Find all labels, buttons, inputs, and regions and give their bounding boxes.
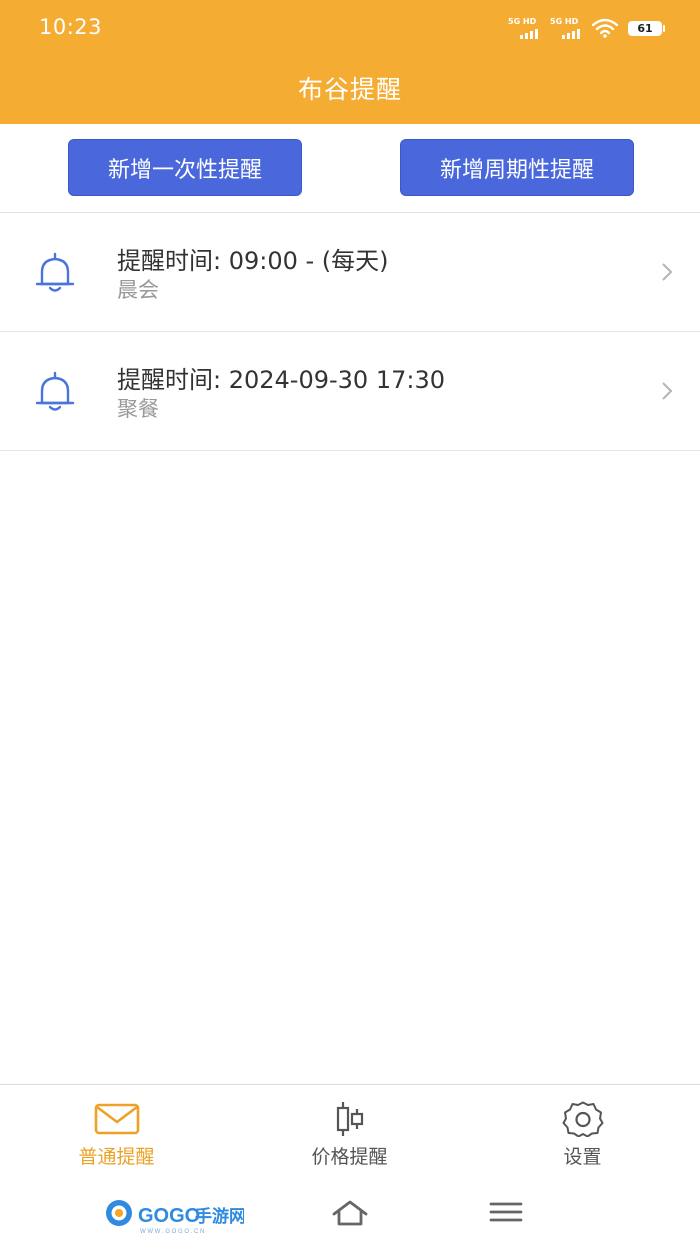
svg-text:手游网: 手游网 <box>195 1206 244 1227</box>
watermark-logo: GOGO 手游网 W W W . G O G O . C N <box>106 1200 244 1235</box>
wifi-icon <box>592 18 618 38</box>
tab-label: 设置 <box>563 1146 602 1168</box>
signal-label: 5G HD <box>550 17 579 26</box>
reminder-note: 晨会 <box>117 278 159 302</box>
reminder-list: 提醒时间: 09:00 - (每天) 晨会 提醒时间: 2024-09-30 1… <box>0 213 700 451</box>
tab-normal-reminder[interactable]: 普通提醒 <box>0 1085 233 1175</box>
app-header: 10:23 5G HD 5G HD 61 布谷提醒 <box>0 0 700 124</box>
system-nav-bar: GOGO 手游网 W W W . G O G O . C N <box>0 1174 700 1243</box>
reminder-time: 提醒时间: 09:00 - (每天) <box>117 247 389 275</box>
action-bar: 新增一次性提醒 新增周期性提醒 <box>0 124 700 212</box>
signal-icon: 5G HD <box>550 17 582 39</box>
tab-label: 普通提醒 <box>78 1146 155 1168</box>
reminder-note: 聚餐 <box>117 397 159 421</box>
menu-icon[interactable] <box>488 1200 524 1224</box>
chevron-right-icon <box>662 263 673 281</box>
reminder-item[interactable]: 提醒时间: 2024-09-30 17:30 聚餐 <box>0 332 700 451</box>
status-icons: 5G HD 5G HD 61 <box>508 16 665 40</box>
chevron-right-icon <box>662 382 673 400</box>
mail-icon <box>94 1103 139 1135</box>
svg-text:GOGO: GOGO <box>138 1205 200 1227</box>
candlestick-icon <box>336 1102 363 1136</box>
reminder-time: 提醒时间: 2024-09-30 17:30 <box>117 366 445 394</box>
battery-level: 61 <box>637 21 653 35</box>
add-once-reminder-button[interactable]: 新增一次性提醒 <box>68 139 302 196</box>
bell-icon <box>35 252 75 292</box>
home-icon[interactable] <box>330 1198 370 1228</box>
tab-label: 价格提醒 <box>311 1146 388 1168</box>
status-time: 10:23 <box>39 15 103 39</box>
add-periodic-reminder-button[interactable]: 新增周期性提醒 <box>400 139 634 196</box>
signal-label: 5G HD <box>508 17 537 26</box>
gear-icon <box>562 1101 603 1137</box>
bottom-tab-bar: 普通提醒 价格提醒 设置 <box>0 1084 700 1174</box>
tab-settings[interactable]: 设置 <box>466 1085 699 1175</box>
reminder-item[interactable]: 提醒时间: 09:00 - (每天) 晨会 <box>0 213 700 332</box>
svg-text:W W W . G O G O . C N: W W W . G O G O . C N <box>140 1229 204 1235</box>
tab-price-reminder[interactable]: 价格提醒 <box>233 1085 466 1175</box>
signal-icon: 5G HD <box>508 17 540 39</box>
battery-icon: 61 <box>628 20 665 36</box>
bell-icon <box>35 371 75 411</box>
status-bar: 10:23 5G HD 5G HD 61 <box>0 0 700 58</box>
page-title: 布谷提醒 <box>297 75 402 104</box>
